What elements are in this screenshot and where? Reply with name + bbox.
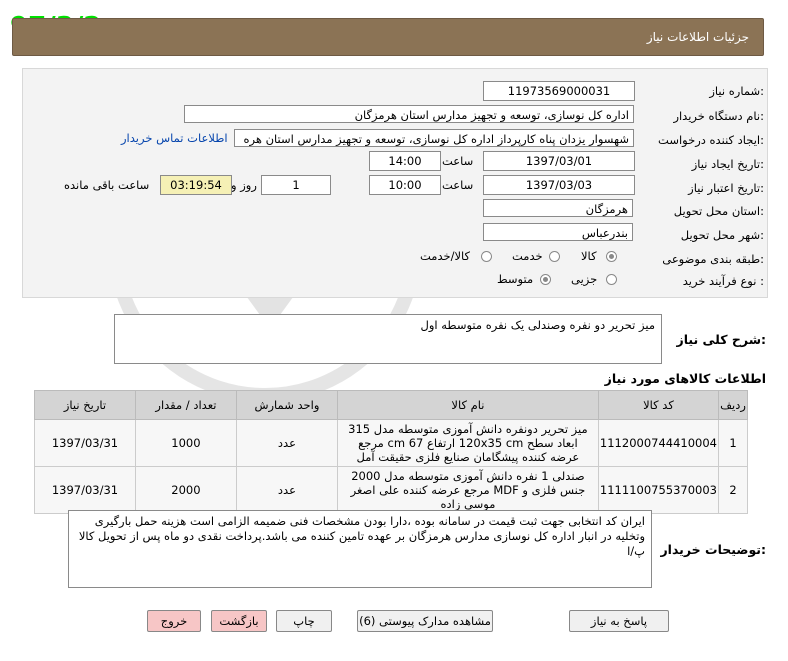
category-radio-both[interactable] [481,251,492,262]
valid-date-field: 1397/03/03 [483,175,635,195]
col-row: ردیف [718,390,748,420]
col-code: کد کالا [597,390,720,420]
valid-date-label: تاریخ اعتبار نیاز: [688,181,764,195]
table-row: 2 1111100755370003 صندلی 1 نفره دانش آمو… [34,466,748,514]
item-unit: عدد [235,466,338,514]
remaining-days-field: 1 [261,175,331,195]
summary-label: شرح کلی نیاز: [676,332,767,347]
province-label: استان محل تحویل: [673,204,764,218]
col-qty: تعداد / مقدار [134,390,237,420]
back-button[interactable]: بازگشت [211,610,267,632]
table-row: 1 1112000744410004 میز تحریر دونفره دانش… [34,419,748,467]
province-field: هرمزگان [483,199,633,217]
category-option-both: کالا/خدمت [420,249,471,263]
category-option-goods: کالا [581,249,597,263]
items-table: ردیف کد کالا نام کالا واحد شمارش تعداد /… [34,390,748,514]
items-section-title: اطلاعات کالاهای مورد نیاز [604,371,766,386]
purchase-radio-medium[interactable] [540,274,551,285]
purchase-option-medium: متوسط [497,272,534,286]
days-label: روز و [231,178,257,192]
item-code: 1112000744410004 [597,419,720,467]
purchase-radio-minor[interactable] [606,274,617,285]
requester-label: ایجاد کننده درخواست: [658,133,764,147]
create-time-field: 14:00 [369,151,441,171]
col-name: نام کالا [336,390,599,420]
buyer-contact-link[interactable]: اطلاعات تماس خریدار [121,131,228,145]
item-name: صندلی 1 نفره دانش آموزی متوسطه مدل 2000 … [336,466,599,514]
reply-button[interactable]: پاسخ به نیاز [569,610,669,632]
item-qty: 1000 [134,419,237,467]
buyer-org-field: اداره کل نوسازی، توسعه و تجهیز مدارس است… [184,105,634,123]
buyer-notes-textarea[interactable]: ایران کد انتخابی جهت ثبت قیمت در سامانه … [68,510,652,588]
buyer-org-label: نام دستگاه خریدار: [673,109,764,123]
category-option-service: خدمت [512,249,543,263]
item-unit: عدد [235,419,338,467]
summary-textarea[interactable]: میز تحریر دو نفره وصندلی یک نفره متوسطه … [114,314,662,364]
item-name: میز تحریر دونفره دانش آموزی متوسطه مدل 3… [336,419,599,467]
valid-time-label: ساعت [442,178,474,192]
create-date-label: تاریخ ایجاد نیاز: [691,157,764,171]
row-number: 1 [718,419,748,467]
col-date: تاریخ نیاز [34,390,136,420]
print-button[interactable]: چاپ [276,610,332,632]
attachments-button[interactable]: مشاهده مدارک پیوستی (6) [357,610,493,632]
purchase-type-label: نوع فرآیند خرید : [682,274,764,288]
purchase-option-minor: جزیی [571,272,598,286]
city-label: شهر محل تحویل: [680,228,764,242]
category-radio-goods[interactable] [606,251,617,262]
category-radio-service[interactable] [549,251,560,262]
valid-time-field: 10:00 [369,175,441,195]
exit-button[interactable]: خروج [147,610,201,632]
create-date-field: 1397/03/01 [483,151,635,171]
page-title: جزئیات اطلاعات نیاز [646,30,749,44]
row-number: 2 [718,466,748,514]
remaining-time-field: 03:19:54 [160,175,232,195]
title-bar: جزئیات اطلاعات نیاز [12,18,764,56]
buyer-notes-label: توضیحات خریدار: [660,542,766,557]
col-unit: واحد شمارش [235,390,338,420]
item-code: 1111100755370003 [597,466,720,514]
item-date: 1397/03/31 [34,466,136,514]
remaining-label: ساعت باقی مانده [64,178,150,192]
create-time-label: ساعت [442,154,474,168]
need-number-field: 11973569000031 [483,81,635,101]
need-number-label: شماره نیاز: [709,84,764,98]
item-date: 1397/03/31 [34,419,136,467]
city-field: بندرعباس [483,223,633,241]
category-label: طبقه بندی موضوعی: [662,252,764,266]
item-qty: 2000 [134,466,237,514]
requester-field: شهسوار یزدان پناه کارپرداز اداره کل نوسا… [234,129,634,147]
